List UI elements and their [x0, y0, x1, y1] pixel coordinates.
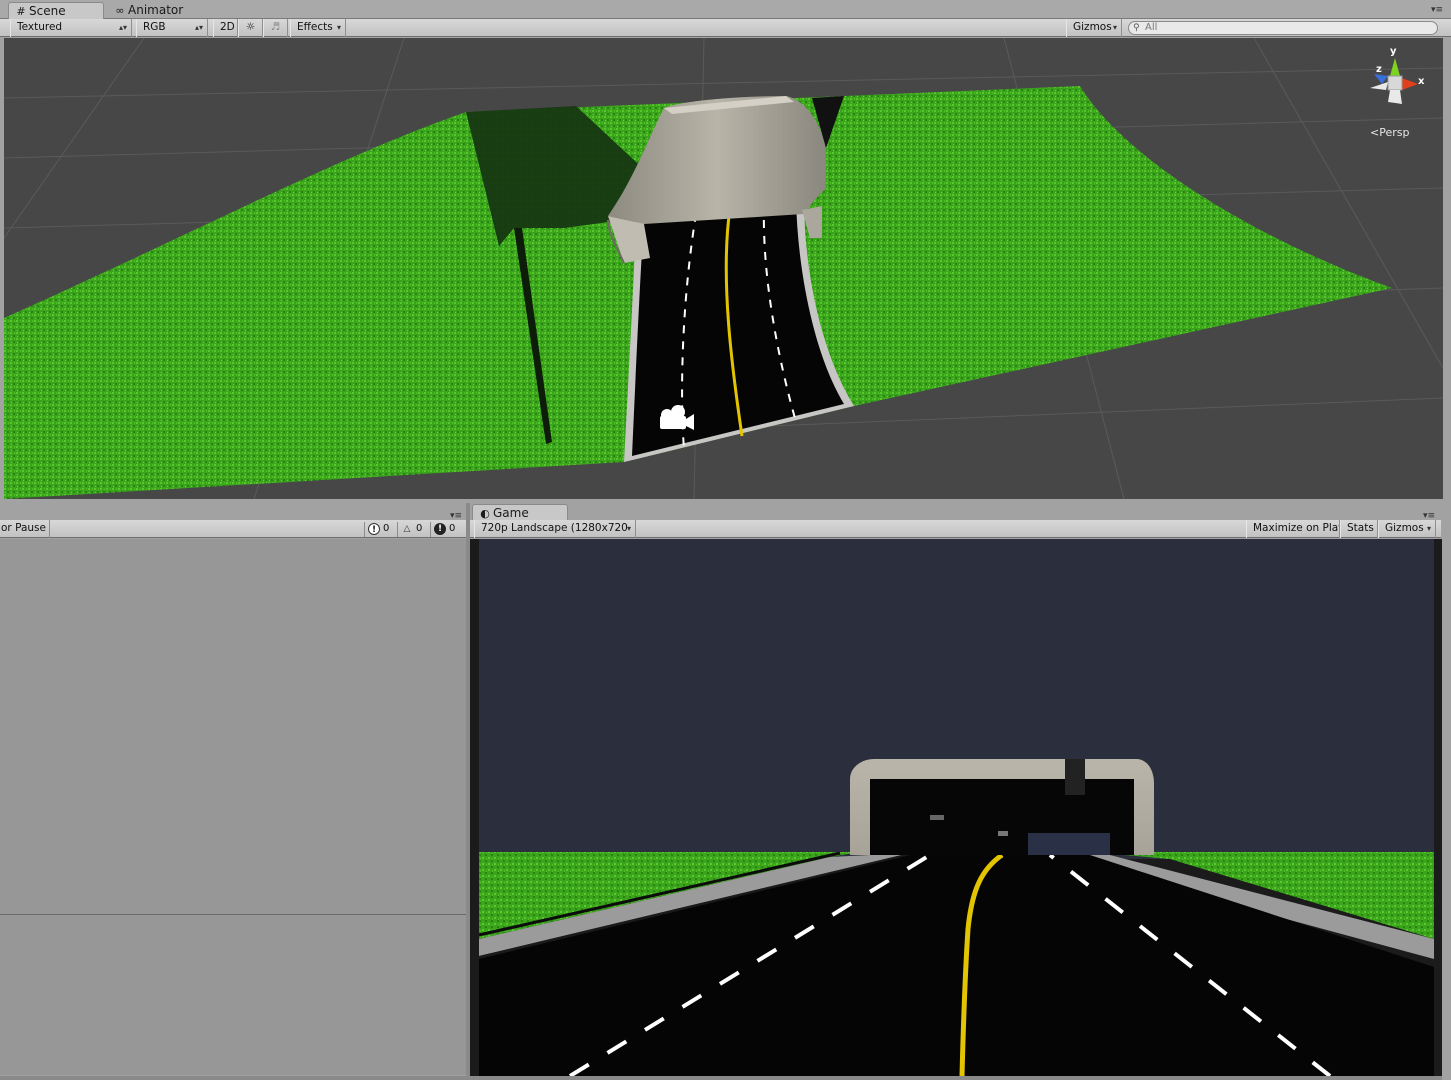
scene-tabstrip: # Scene ∞ Animator ▾≡ — [0, 0, 1451, 19]
scene-viewport[interactable]: y x z <Persp — [4, 38, 1443, 499]
axis-y-label: y — [1390, 46, 1397, 57]
tab-scene[interactable]: # Scene — [8, 2, 104, 19]
effects-dropdown[interactable]: Effects ▾ — [290, 19, 346, 37]
stats-toggle[interactable]: Stats — [1340, 520, 1378, 538]
tab-animator[interactable]: ∞ Animator — [108, 2, 208, 19]
game-tabstrip: ◐ Game ▾≡ — [470, 503, 1451, 521]
maximize-on-play-label: Maximize on Play — [1253, 522, 1340, 534]
tab-game[interactable]: ◐ Game — [472, 504, 568, 521]
dropdown-arrow-icon: ▴▾ — [118, 23, 127, 32]
scene-lighting-button[interactable]: ☼ — [238, 19, 263, 37]
right-border — [1442, 521, 1451, 1080]
scene-toolbar: Textured ▴▾ RGB ▴▾ 2D ☼ ♬ Effects ▾ Gizm… — [0, 19, 1451, 37]
axis-z-label: z — [1376, 64, 1382, 75]
gizmos-label: Gizmos — [1073, 21, 1112, 33]
info-icon: ! — [368, 523, 380, 535]
console-detail-area[interactable] — [0, 915, 466, 1075]
speaker-icon: ♬ — [270, 21, 281, 33]
game-toolbar: 720p Landscape (1280x720 ▾ Maximize on P… — [470, 520, 1441, 538]
dropdown-arrow-icon: ▴▾ — [194, 23, 203, 32]
draw-mode-value: Textured — [17, 21, 63, 33]
error-filter-toggle[interactable]: ! 0 — [430, 522, 464, 537]
game-gizmos-dropdown[interactable]: Gizmos ▾ — [1378, 520, 1436, 538]
orientation-gizmo[interactable]: y x z <Persp — [1360, 46, 1430, 139]
game-viewport[interactable] — [470, 539, 1442, 1076]
dropdown-arrow-icon: ▾ — [626, 524, 631, 533]
warning-count: 0 — [416, 523, 423, 534]
game-render — [470, 539, 1442, 1076]
bottom-border — [0, 1076, 1451, 1080]
scene-render — [4, 38, 1443, 499]
console-log-list[interactable] — [0, 539, 466, 915]
toggle-2d-label: 2D — [220, 21, 235, 33]
console-tabstrip: ▾≡ — [0, 503, 468, 521]
axis-x-label: x — [1418, 76, 1425, 87]
render-mode-dropdown[interactable]: RGB ▴▾ — [136, 19, 208, 37]
search-icon: ⚲ — [1133, 23, 1140, 33]
render-mode-value: RGB — [143, 21, 166, 33]
info-count: 0 — [383, 523, 390, 534]
panel-menu-icon[interactable]: ▾≡ — [1423, 512, 1437, 521]
persp-icon: < — [1370, 126, 1380, 139]
projection-label[interactable]: <Persp — [1370, 126, 1409, 139]
warning-filter-toggle[interactable]: △ 0 — [397, 522, 429, 537]
dropdown-arrow-icon: ▾ — [336, 23, 341, 32]
error-pause-button[interactable]: or Pause — [0, 520, 50, 538]
scene-audio-button[interactable]: ♬ — [263, 19, 288, 37]
dropdown-arrow-icon: ▾ — [1112, 23, 1117, 32]
projection-value: Persp — [1379, 126, 1410, 139]
error-count: 0 — [449, 523, 456, 534]
maximize-on-play-toggle[interactable]: Maximize on Play — [1246, 520, 1340, 538]
error-pause-label: or Pause — [1, 522, 46, 534]
tab-scene-label: Scene — [29, 4, 66, 18]
scene-search-input[interactable]: ⚲ All — [1128, 21, 1438, 35]
game-gizmos-label: Gizmos — [1385, 522, 1424, 534]
panel-menu-icon[interactable]: ▾≡ — [450, 512, 464, 521]
resolution-value: 720p Landscape (1280x720 — [481, 522, 628, 534]
scene-search-placeholder: All — [1145, 22, 1158, 33]
error-icon: ! — [434, 523, 446, 535]
dropdown-arrow-icon: ▾ — [1426, 524, 1431, 533]
info-filter-toggle[interactable]: ! 0 — [364, 522, 396, 537]
draw-mode-dropdown[interactable]: Textured ▴▾ — [10, 19, 132, 37]
sun-icon: ☼ — [245, 21, 256, 33]
console-toolbar: or Pause ! 0 △ 0 ! 0 — [0, 520, 468, 538]
stats-label: Stats — [1347, 522, 1374, 534]
resolution-dropdown[interactable]: 720p Landscape (1280x720 ▾ — [474, 520, 636, 538]
animator-icon: ∞ — [115, 4, 125, 17]
toggle-2d-button[interactable]: 2D — [213, 19, 238, 37]
grid-icon: # — [16, 5, 26, 18]
gizmos-dropdown[interactable]: Gizmos ▾ — [1066, 19, 1122, 37]
tab-game-label: Game — [493, 506, 529, 520]
tab-animator-label: Animator — [128, 3, 184, 17]
panel-menu-icon[interactable]: ▾≡ — [1431, 6, 1445, 15]
warning-icon: △ — [403, 524, 411, 534]
effects-label: Effects — [297, 21, 333, 33]
